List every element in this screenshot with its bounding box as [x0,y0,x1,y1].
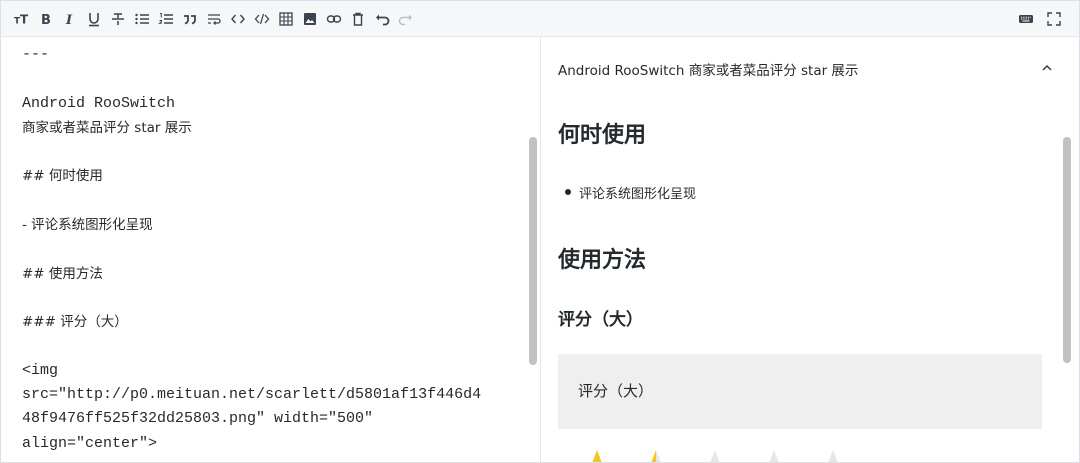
link-icon[interactable] [323,8,345,30]
source-line [22,335,512,359]
star-icon [651,450,661,462]
italic-icon[interactable]: I [59,8,81,30]
editor-toolbar: TT B I [1,1,1079,37]
source-line: 48f9476ff525f32dd25803.png" width="500" [22,410,374,428]
ordered-list-icon[interactable] [155,8,177,30]
preview-pane: Android RooSwitch 商家或者菜品评分 star 展示 何时使用 … [541,37,1079,462]
delete-icon[interactable] [347,8,369,30]
preview-blockquote: 评分（大） [558,354,1042,429]
markdown-editor: TT B I --- Android RooSwitch 商家或者菜品评分 star… [0,0,1080,463]
bullet-icon [565,189,571,195]
markdown-source-text[interactable]: --- Android RooSwitch 商家或者菜品评分 star 展示 ## 何… [22,43,512,456]
star-icon [769,450,779,462]
fullscreen-icon[interactable] [1043,8,1065,30]
text-size-icon[interactable]: TT [11,8,33,30]
toolbar-right-group [1009,1,1065,37]
redo-icon[interactable] [395,8,417,30]
markdown-source-pane[interactable]: --- Android RooSwitch 商家或者菜品评分 star 展示 ## 何… [1,37,541,462]
source-line [22,237,512,261]
star-icon [828,450,838,462]
source-line [22,140,512,164]
star-rating-image [592,450,838,462]
svg-text:I: I [65,13,73,27]
source-line: --- [22,46,50,63]
source-line [22,67,512,91]
source-line [22,189,512,213]
star-icon [710,450,720,462]
inline-code-icon[interactable] [227,8,249,30]
table-icon[interactable] [275,8,297,30]
undo-icon[interactable] [371,8,393,30]
unordered-list-icon[interactable] [131,8,153,30]
preview-heading-when: 何时使用 [558,123,647,148]
source-line [22,286,512,310]
wrap-icon[interactable] [203,8,225,30]
source-line: align="center"> [22,434,158,452]
underline-icon[interactable] [83,8,105,30]
source-scrollbar-thumb[interactable] [529,137,537,365]
preview-list-item: 评论系统图形化呈现 [579,187,697,202]
svg-text:B: B [41,13,51,27]
preview-scrollbar-thumb[interactable] [1063,137,1071,363]
source-line: 商家或者菜品评分 star 展示 [22,119,192,136]
toolbar-left-group: TT B I [11,1,419,37]
source-line: - 评论系统图形化呈现 [22,217,153,234]
preview-heading-usage: 使用方法 [558,248,647,273]
preview-intro-text: Android RooSwitch 商家或者菜品评分 star 展示 [558,63,859,79]
source-line: ## 何时使用 [22,168,103,185]
source-line: <img [22,361,59,379]
image-icon[interactable] [299,8,321,30]
star-icon [592,450,602,462]
quote-icon[interactable] [179,8,201,30]
chevron-up-icon[interactable] [1041,61,1053,73]
source-line: src="http://p0.meituan.net/scarlett/d580… [22,386,482,404]
strikethrough-icon[interactable] [107,8,129,30]
bold-icon[interactable]: B [35,8,57,30]
keyboard-icon[interactable] [1015,8,1037,30]
source-line: ### 评分（大） [22,314,128,331]
source-line: Android RooSwitch [22,94,176,112]
blockquote-text: 评分（大） [578,382,654,400]
preview-heading-rating: 评分（大） [558,310,643,330]
code-block-icon[interactable] [251,8,273,30]
source-line: ## 使用方法 [22,265,103,282]
svg-text:T: T [20,13,29,27]
